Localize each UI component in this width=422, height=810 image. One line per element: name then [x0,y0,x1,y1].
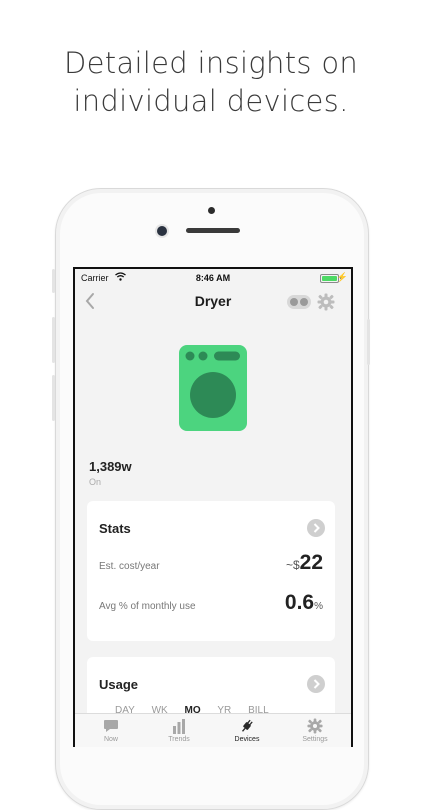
tab-now[interactable]: Now [81,718,141,743]
tab-now-label: Now [103,736,118,743]
cost-prefix: ~$ [285,558,300,572]
cost-value-group: ~$22 [286,551,323,575]
settings-gear-icon[interactable] [317,293,335,311]
phone-screen: Carrier 8:46 AM ⚡ Dryer 1,389w On Stats … [73,267,353,747]
earpiece-speaker [186,228,240,233]
device-status: On [89,477,102,487]
usage-chevron-icon[interactable] [307,675,325,693]
avg-value: 0.6 [284,591,315,614]
front-camera [157,226,167,236]
phone-volume-up [52,317,55,363]
phone-power-button [367,319,370,365]
headline-line-1: Detailed insights on [63,46,359,80]
dryer-icon [179,345,247,431]
toggle-right-dot [300,298,308,306]
status-bar: Carrier 8:46 AM ⚡ [75,269,351,287]
charging-bolt-icon: ⚡ [336,272,348,282]
tab-settings[interactable]: Settings [285,718,345,743]
stats-chevron-icon[interactable] [307,519,325,537]
phone-mute-switch [52,269,55,293]
stats-title: Stats [99,521,131,536]
tab-trends[interactable]: Trends [149,718,209,743]
tab-devices[interactable]: Devices [217,718,277,743]
stats-card: Stats Est. cost/year ~$22 Avg % of month… [87,501,335,641]
tab-trends-label: Trends [168,736,190,743]
avg-label: Avg % of monthly use [99,601,196,612]
cost-label: Est. cost/year [99,561,160,572]
tab-devices-label: Devices [234,736,260,743]
toggle-left-dot [290,298,298,306]
headline-line-2: individual devices. [73,84,349,118]
avg-value-group: 0.6% [285,591,323,615]
cost-value: 22 [299,551,323,574]
phone-volume-down [52,375,55,421]
device-power: 1,389w [89,459,132,474]
nav-bar: Dryer [75,287,351,317]
tab-settings-label: Settings [302,736,328,743]
bar-chart-icon [173,719,185,734]
usage-title: Usage [99,677,139,692]
clock: 8:46 AM [195,273,231,283]
plug-icon [241,719,253,732]
tab-bar: Now Trends Devices Settings [75,713,351,747]
headline: Detailed insights on individual devices. [0,44,422,120]
chat-bubble-icon [104,720,118,732]
app-screen: Carrier 8:46 AM ⚡ Dryer 1,389w On Stats … [75,269,351,747]
phone-frame: Carrier 8:46 AM ⚡ Dryer 1,389w On Stats … [52,188,370,810]
avg-unit: % [314,601,323,612]
proximity-sensor [208,207,215,214]
gear-icon [307,718,323,734]
device-toggle[interactable] [287,295,311,309]
